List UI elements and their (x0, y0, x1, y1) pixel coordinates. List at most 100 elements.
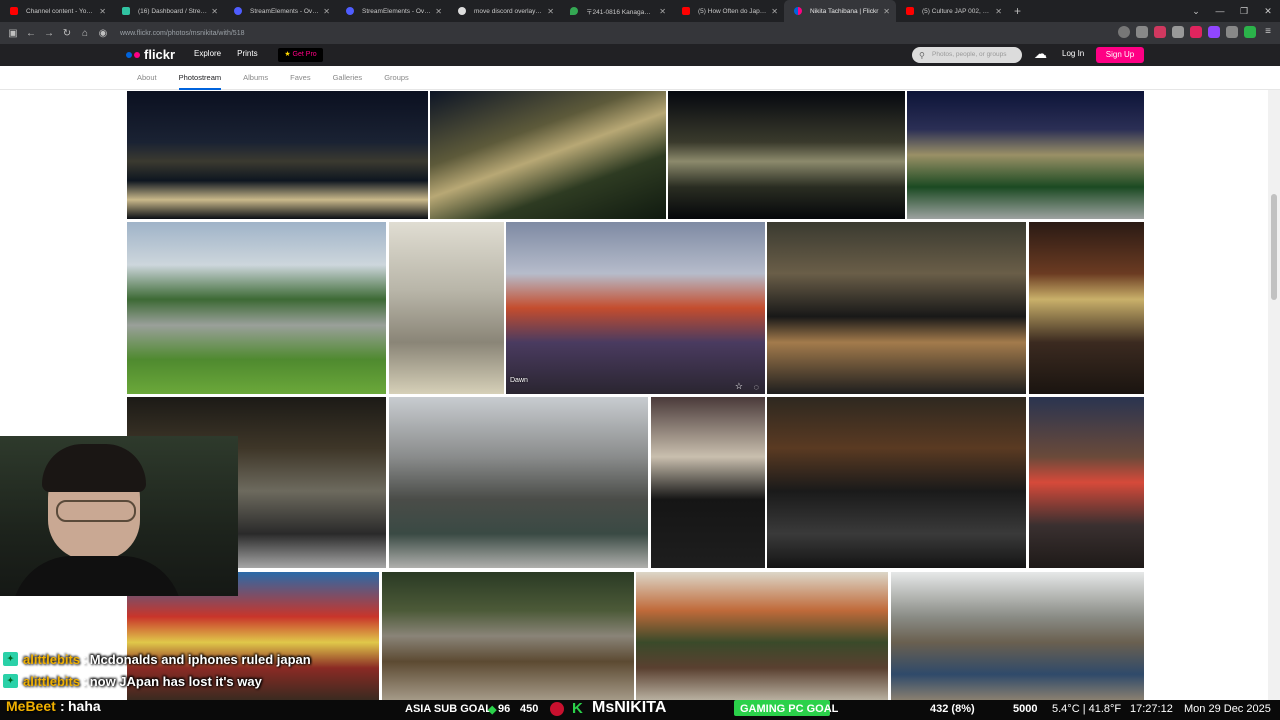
tab-photostream[interactable]: Photostream (178, 66, 222, 90)
extension-icon[interactable] (1190, 26, 1202, 38)
extension-icon[interactable] (1154, 26, 1166, 38)
sub-goal-icon: ◆ (488, 704, 497, 716)
site-info-icon[interactable]: ◉ (94, 28, 112, 39)
extension-icon[interactable] (1208, 26, 1220, 38)
search-input[interactable]: ⚲ Photos, people, or groups (912, 47, 1022, 63)
tab-search-icon[interactable]: ⌄ (1184, 6, 1208, 17)
close-icon[interactable]: ✕ (323, 7, 330, 16)
photo-tile[interactable]: Dawn ☆ ◌ (506, 222, 765, 394)
upload-cloud-icon[interactable]: ☁ (1034, 46, 1047, 62)
comment-icon[interactable]: ◌ (754, 382, 759, 392)
browser-tab-youtube-culture[interactable]: (5) Culture JAP 002, Harajuku g✕ (896, 0, 1008, 22)
photo-tile[interactable] (1029, 222, 1144, 394)
channel-badge-icon (550, 702, 564, 716)
pc-goal-target: 5000 (1013, 703, 1038, 715)
sub-goal-label: ASIA SUB GOAL (405, 703, 492, 715)
streamer-glasses (56, 500, 136, 522)
youtube-favicon-icon (10, 7, 18, 15)
reload-icon[interactable]: ↻ (58, 28, 76, 39)
profile-subnav: About Photostream Albums Faves Galleries… (0, 66, 1280, 90)
photo-tile[interactable] (430, 91, 666, 219)
close-window-button[interactable]: ✕ (1256, 6, 1280, 17)
tab-faves[interactable]: Faves (290, 66, 310, 90)
extension-icon[interactable] (1226, 26, 1238, 38)
home-icon[interactable]: ⌂ (76, 28, 94, 39)
extension-icon[interactable] (1118, 26, 1130, 38)
chat-username: alittlebits (23, 651, 81, 667)
close-icon[interactable]: ✕ (995, 7, 1002, 16)
browser-tab-streamelements-2[interactable]: StreamElements - Overlays✕ (336, 0, 448, 22)
photo-tile[interactable] (668, 91, 905, 219)
photo-tile[interactable] (907, 91, 1144, 219)
close-icon[interactable]: ✕ (99, 7, 106, 16)
browser-address-bar: ▣ ← → ↻ ⌂ ◉ www.flickr.com/photos/msniki… (0, 22, 1280, 44)
browser-tab-flickr[interactable]: Nikita Tachibana | Flickr ✕ (784, 0, 896, 22)
sub-goal-current: 96 (498, 703, 511, 715)
close-icon[interactable]: ✕ (435, 7, 442, 16)
extension-icon[interactable] (1244, 26, 1256, 38)
scrollbar-thumb[interactable] (1271, 194, 1277, 300)
photo-tile[interactable] (767, 222, 1026, 394)
photo-tile[interactable] (636, 572, 888, 700)
pc-goal-progress: 432 (8%) (930, 703, 975, 715)
nav-prints[interactable]: Prints (237, 49, 257, 58)
browser-tab-youtube-video[interactable]: (5) How Often do Japanese Pe✕ (672, 0, 784, 22)
flickr-main-nav: Explore Prints (194, 49, 258, 58)
browser-tab-maps[interactable]: 〒241-0816 Kanagawa, Yokoho✕ (560, 0, 672, 22)
extension-icon[interactable] (1136, 26, 1148, 38)
favorite-star-icon[interactable]: ☆ (735, 381, 743, 392)
streamlabs-favicon-icon (122, 7, 130, 15)
forward-arrow-icon[interactable]: → (40, 28, 58, 39)
get-pro-button[interactable]: ★ Get Pro (278, 48, 323, 62)
maximize-button[interactable]: ❐ (1232, 6, 1256, 17)
chat-message: ✦ alittlebits : now JApan has lost it's … (0, 670, 400, 692)
last-chatter-message: haha (68, 698, 101, 714)
sidebar-toggle-icon[interactable]: ▣ (4, 28, 22, 39)
flickr-favicon-icon (794, 7, 802, 15)
pc-goal-label: GAMING PC GOAL (740, 703, 839, 715)
page-scrollbar[interactable] (1268, 90, 1280, 704)
tab-groups[interactable]: Groups (384, 66, 409, 90)
browser-tab-bar: Channel content - YouTube Stu✕ (16) Dash… (0, 0, 1280, 22)
close-icon[interactable]: ✕ (659, 7, 666, 16)
browser-tab-streamlabs[interactable]: (16) Dashboard / Streamlabs✕ (112, 0, 224, 22)
flickr-header: flickr Explore Prints ★ Get Pro ⚲ Photos,… (0, 44, 1280, 66)
chat-badge-icon: ✦ (3, 674, 18, 688)
browser-tab-google-search[interactable]: move discord overlay in game✕ (448, 0, 560, 22)
streamelements-favicon-icon (346, 7, 354, 15)
photo-tile[interactable] (389, 397, 648, 568)
stream-info-bar: MeBeet : haha ASIA SUB GOAL ◆ 96 450 K M… (0, 698, 1280, 720)
nav-explore[interactable]: Explore (194, 49, 221, 58)
close-icon[interactable]: ✕ (211, 7, 218, 16)
webcam-overlay (0, 436, 238, 596)
photo-tile[interactable] (382, 572, 634, 700)
close-icon[interactable]: ✕ (883, 7, 890, 16)
photo-tile[interactable] (127, 222, 386, 394)
tab-albums[interactable]: Albums (243, 66, 268, 90)
chat-text: Mcdonalds and iphones ruled japan (89, 651, 311, 667)
browser-tab-streamelements-1[interactable]: StreamElements - Overlays✕ (224, 0, 336, 22)
minimize-button[interactable]: — (1208, 6, 1232, 16)
url-field[interactable]: www.flickr.com/photos/msnikita/with/518 (120, 30, 245, 37)
log-in-link[interactable]: Log In (1062, 49, 1084, 58)
tab-galleries[interactable]: Galleries (333, 66, 363, 90)
photo-tile[interactable] (389, 222, 504, 394)
extension-icon[interactable] (1172, 26, 1184, 38)
sign-up-button[interactable]: Sign Up (1096, 47, 1144, 63)
google-favicon-icon (458, 7, 466, 15)
photo-tile[interactable] (767, 397, 1026, 568)
photo-tile[interactable] (1029, 397, 1144, 568)
browser-tab-youtube-studio[interactable]: Channel content - YouTube Stu✕ (0, 0, 112, 22)
photo-tile[interactable] (651, 397, 765, 568)
photo-tile[interactable] (891, 572, 1144, 700)
tab-about[interactable]: About (137, 66, 157, 90)
close-icon[interactable]: ✕ (771, 7, 778, 16)
menu-icon[interactable]: ≡ (1262, 26, 1274, 38)
close-icon[interactable]: ✕ (547, 7, 554, 16)
photo-tile[interactable] (127, 91, 428, 219)
back-arrow-icon[interactable]: ← (22, 28, 40, 39)
chat-username: alittlebits (23, 673, 81, 689)
flickr-logo[interactable]: flickr (126, 47, 175, 62)
weather-readout: 5.4°C | 41.8°F (1052, 703, 1122, 715)
new-tab-button[interactable]: + (1014, 4, 1021, 18)
